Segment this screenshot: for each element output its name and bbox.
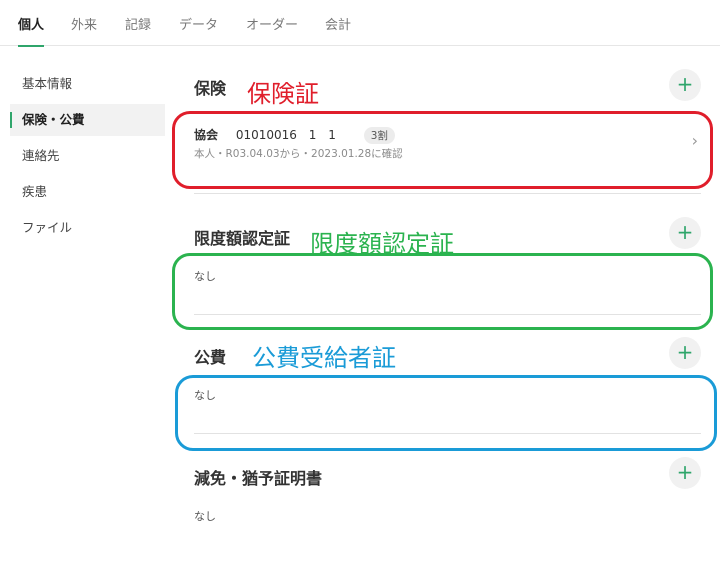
add-public-expense-button[interactable]: + [669, 337, 701, 369]
add-insurance-button[interactable]: + [669, 69, 701, 101]
sidebar-item-diseases[interactable]: 疾患 [10, 176, 165, 208]
divider [194, 193, 701, 194]
public-annotation: 公費受給者証 [252, 344, 396, 372]
plus-icon: + [676, 220, 694, 244]
add-limit-certificate-button[interactable]: + [669, 217, 701, 249]
tab-personal[interactable]: 個人 [18, 0, 45, 47]
tab-records[interactable]: 記録 [125, 0, 151, 46]
tab-billing[interactable]: 会計 [325, 0, 351, 46]
top-tab-bar: 個人 外来 記録 データ オーダー 会計 [0, 0, 720, 47]
tab-data[interactable]: データ [179, 0, 218, 46]
add-reduction-certificate-button[interactable]: + [669, 457, 701, 489]
plus-icon: + [676, 340, 694, 364]
tab-outpatient[interactable]: 外来 [71, 0, 97, 46]
sidebar-item-basic-info[interactable]: 基本情報 [10, 68, 165, 100]
plus-icon: + [676, 460, 694, 484]
limit-highlight-box [172, 253, 713, 330]
limit-section-title: 限度額認定証 [194, 229, 291, 248]
sidebar-item-contacts[interactable]: 連絡先 [10, 140, 165, 172]
reduction-empty-text: なし [194, 510, 216, 523]
sidebar-item-insurance[interactable]: 保険・公費 [10, 104, 165, 136]
insurance-annotation: 保険証 [247, 80, 319, 108]
insurance-highlight-box [172, 111, 713, 189]
public-section-title: 公費 [194, 348, 227, 367]
insurance-section-title: 保険 [194, 79, 227, 98]
plus-icon: + [676, 72, 694, 96]
tab-orders[interactable]: オーダー [246, 0, 298, 46]
reduction-section-title: 減免・猶予証明書 [194, 469, 323, 488]
public-highlight-box [175, 375, 717, 451]
sidebar-item-files[interactable]: ファイル [10, 212, 165, 244]
